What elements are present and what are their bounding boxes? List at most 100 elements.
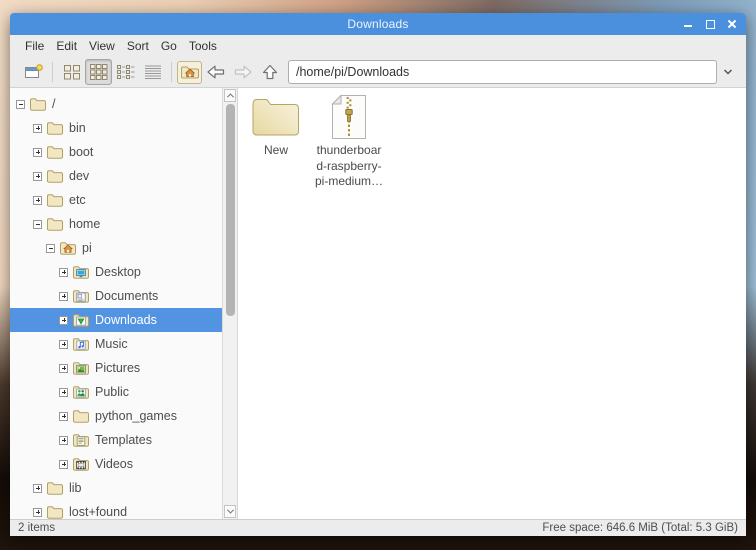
collapse-toggle-icon[interactable]	[33, 219, 42, 229]
menu-go[interactable]: Go	[155, 36, 183, 56]
tree-label: Public	[95, 385, 130, 399]
menu-tools[interactable]: Tools	[183, 36, 223, 56]
expand-toggle-icon[interactable]	[59, 363, 68, 373]
maximize-button[interactable]	[705, 19, 715, 29]
sidebar-item-dev[interactable]: dev	[10, 164, 237, 188]
tree-label: Desktop	[95, 265, 141, 279]
folder-icon	[46, 168, 64, 184]
desktop-background: Downloads FileEditViewSortGoTools / bin bo…	[0, 0, 756, 550]
compact-view-icon	[116, 63, 136, 81]
collapse-toggle-icon[interactable]	[46, 243, 55, 253]
tree-label: Pictures	[95, 361, 141, 375]
sidebar-item-lost-found[interactable]: lost+found	[10, 500, 237, 519]
go-forward-button[interactable]	[229, 59, 256, 85]
minimize-button[interactable]	[683, 19, 693, 29]
collapse-toggle-icon[interactable]	[16, 99, 25, 109]
expand-toggle-icon[interactable]	[33, 147, 42, 157]
window-body: / bin boot dev etc home pi Desktop Documents Down…	[10, 88, 746, 519]
expand-toggle-icon[interactable]	[59, 435, 68, 445]
tree-label: home	[69, 217, 101, 231]
new-window-button[interactable]	[20, 59, 47, 85]
free-space: Free space: 646.6 MiB (Total: 5.3 GiB)	[542, 522, 738, 534]
path-combo	[288, 60, 738, 84]
statusbar: 2 items Free space: 646.6 MiB (Total: 5.…	[10, 519, 746, 536]
sidebar-item-lib[interactable]: lib	[10, 476, 237, 500]
sidebar-item-desktop[interactable]: Desktop	[10, 260, 237, 284]
home-folder-icon	[180, 64, 200, 80]
expand-toggle-icon[interactable]	[59, 459, 68, 469]
folder-large-icon	[249, 93, 303, 141]
window-titlebar[interactable]: Downloads	[10, 13, 746, 35]
path-input[interactable]	[288, 60, 717, 84]
expand-toggle-icon[interactable]	[59, 411, 68, 421]
view-icons-button[interactable]	[58, 59, 85, 85]
menu-sort[interactable]: Sort	[121, 36, 155, 56]
menu-view[interactable]: View	[83, 36, 121, 56]
sidebar-item-pictures[interactable]: Pictures	[10, 356, 237, 380]
up-arrow-icon	[260, 63, 280, 81]
expand-toggle-icon[interactable]	[33, 507, 42, 517]
file-list-pane[interactable]: New thunderboar d-raspberry-pi-medium…	[238, 88, 746, 519]
expand-toggle-icon[interactable]	[59, 291, 68, 301]
folder-icon	[46, 216, 64, 232]
file-label: New	[264, 143, 288, 159]
sidebar-item-python-games[interactable]: python_games	[10, 404, 237, 428]
go-back-button[interactable]	[202, 59, 229, 85]
sidebar-item-etc[interactable]: etc	[10, 188, 237, 212]
tree-label: Documents	[95, 289, 159, 303]
go-up-button[interactable]	[256, 59, 283, 85]
folder-videos-icon	[72, 456, 90, 472]
expand-toggle-icon[interactable]	[59, 387, 68, 397]
sidebar-item-boot[interactable]: boot	[10, 140, 237, 164]
expand-toggle-icon[interactable]	[33, 123, 42, 133]
sidebar-item-music[interactable]: Music	[10, 332, 237, 356]
menu-edit[interactable]: Edit	[50, 36, 83, 56]
file-label-line: thunderboar	[316, 143, 382, 157]
sidebar-item-documents[interactable]: Documents	[10, 284, 237, 308]
view-compact-button[interactable]	[112, 59, 139, 85]
tree-label: Music	[95, 337, 128, 351]
sidebar-item-videos[interactable]: Videos	[10, 452, 237, 476]
window-title: Downloads	[347, 17, 409, 31]
expand-toggle-icon[interactable]	[59, 339, 68, 349]
go-home-button[interactable]	[177, 60, 202, 84]
toolbar-separator	[171, 62, 172, 82]
view-detailed-button[interactable]	[139, 59, 166, 85]
file-item-thunderboar[interactable]: thunderboar d-raspberry-pi-medium…	[315, 93, 383, 190]
expand-toggle-icon[interactable]	[33, 483, 42, 493]
sidebar-item-bin[interactable]: bin	[10, 116, 237, 140]
view-thumbnails-button[interactable]	[85, 59, 112, 85]
sidebar-item-pi[interactable]: pi	[10, 236, 237, 260]
file-item-new[interactable]: New	[242, 93, 310, 159]
scrollbar-thumb[interactable]	[226, 104, 235, 316]
sidebar-item-home[interactable]: home	[10, 212, 237, 236]
file-label: thunderboar d-raspberry-pi-medium…	[315, 143, 383, 190]
window-controls	[683, 13, 737, 35]
close-button[interactable]	[727, 19, 737, 29]
sidebar-item-templates[interactable]: Templates	[10, 428, 237, 452]
scroll-down-button[interactable]	[224, 505, 236, 518]
expand-toggle-icon[interactable]	[59, 315, 68, 325]
sidebar-item-downloads[interactable]: Downloads	[10, 308, 237, 332]
file-label-line: pi-medium…	[315, 174, 384, 188]
sidebar-item-public[interactable]: Public	[10, 380, 237, 404]
folder-music-icon	[72, 336, 90, 352]
sidebar-scrollbar[interactable]	[222, 88, 237, 519]
folder-documents-icon	[72, 288, 90, 304]
folder-icon	[72, 408, 90, 424]
forward-arrow-icon	[232, 63, 254, 81]
new-window-icon	[24, 63, 44, 81]
menu-file[interactable]: File	[19, 36, 50, 56]
expand-toggle-icon[interactable]	[33, 195, 42, 205]
sidebar-item-root[interactable]: /	[10, 92, 237, 116]
expand-toggle-icon[interactable]	[33, 171, 42, 181]
scroll-up-button[interactable]	[224, 89, 236, 102]
folder-templates-icon	[72, 432, 90, 448]
folder-pictures-icon	[72, 360, 90, 376]
tree-label: lib	[69, 481, 82, 495]
expand-toggle-icon[interactable]	[59, 267, 68, 277]
path-dropdown-button[interactable]	[717, 68, 738, 76]
toolbar-separator	[52, 62, 53, 82]
toolbar	[10, 57, 746, 88]
folder-home-icon	[59, 240, 77, 256]
